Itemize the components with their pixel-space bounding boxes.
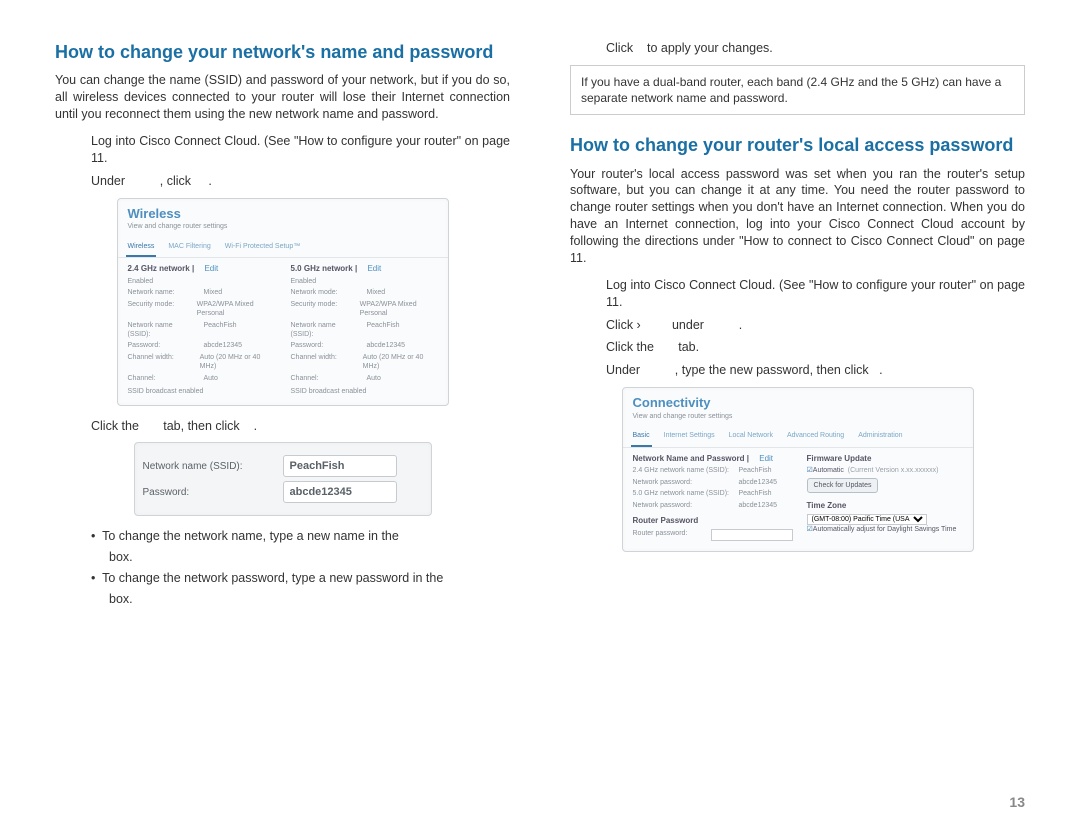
band-5: 5.0 GHz network | Edit Enabled Network m… — [291, 264, 438, 397]
tip-dual-band: If you have a dual-band router, each ban… — [570, 65, 1025, 115]
bullet-change-name-box: box. — [91, 549, 510, 566]
tab-wps[interactable]: Wi-Fi Protected Setup™ — [223, 238, 302, 257]
connectivity-title: Connectivity — [623, 388, 973, 412]
tab-advanced-routing[interactable]: Advanced Routing — [785, 427, 846, 446]
page-number: 13 — [1009, 793, 1025, 812]
check-updates-button[interactable]: Check for Updates — [807, 478, 879, 493]
ssid-label: Network name (SSID): — [143, 460, 273, 474]
wireless-tabs: Wireless MAC Filtering Wi-Fi Protected S… — [118, 238, 448, 258]
fw-auto-checkbox[interactable]: Automatic — [807, 467, 844, 474]
password-label: Password: — [143, 486, 273, 500]
edit-link-5[interactable]: Edit — [367, 264, 381, 273]
intro-text: You can change the name (SSID) and passw… — [55, 72, 510, 123]
step-click-tab: Click the tab, then click . — [91, 418, 510, 435]
band-24: 2.4 GHz network | Edit Enabled Network n… — [128, 264, 275, 397]
tab-internet-settings[interactable]: Internet Settings — [662, 427, 717, 446]
step-under-click: Under , click . — [91, 173, 510, 190]
step-login: Log into Cisco Connect Cloud. (See "How … — [91, 133, 510, 167]
password-input[interactable] — [283, 481, 397, 503]
connectivity-screenshot: Connectivity View and change router sett… — [622, 387, 974, 552]
step-click-tab-2: Click the tab. — [606, 339, 1025, 356]
connectivity-tabs: Basic Internet Settings Local Network Ad… — [623, 427, 973, 447]
heading-local-access-password: How to change your router's local access… — [570, 133, 1025, 157]
ssid-input[interactable] — [283, 455, 397, 477]
wireless-sub: View and change router settings — [118, 222, 448, 237]
step-login-2: Log into Cisco Connect Cloud. (See "How … — [606, 277, 1025, 311]
tab-local-network[interactable]: Local Network — [727, 427, 775, 446]
tab-basic[interactable]: Basic — [631, 427, 652, 446]
edit-link-24[interactable]: Edit — [204, 264, 218, 273]
tab-administration[interactable]: Administration — [856, 427, 904, 446]
wireless-screenshot: Wireless View and change router settings… — [117, 198, 449, 406]
intro-local-access: Your router's local access password was … — [570, 166, 1025, 267]
step-apply: Click to apply your changes. — [606, 40, 1025, 57]
step-click-under: Click › under . — [606, 317, 1025, 334]
bullet-change-password: • To change the network password, type a… — [91, 570, 510, 587]
bullet-change-name: • To change the network name, type a new… — [91, 528, 510, 545]
timezone-select[interactable]: (GMT-08:00) Pacific Time (USA & Canada) — [807, 514, 927, 525]
wireless-title: Wireless — [118, 199, 448, 223]
tab-wireless[interactable]: Wireless — [126, 238, 157, 257]
dst-checkbox[interactable]: Automatically adjust for Daylight Saving… — [807, 526, 957, 533]
connectivity-sub: View and change router settings — [623, 412, 973, 427]
tab-mac-filtering[interactable]: MAC Filtering — [166, 238, 212, 257]
bullet-change-password-box: box. — [91, 591, 510, 608]
heading-network-name-password: How to change your network's name and pa… — [55, 40, 510, 64]
ssid-screenshot: Network name (SSID): Password: — [134, 442, 432, 516]
step-type-password: Under , type the new password, then clic… — [606, 362, 1025, 379]
edit-link-conn[interactable]: Edit — [759, 454, 773, 463]
router-password-field[interactable] — [711, 529, 793, 541]
